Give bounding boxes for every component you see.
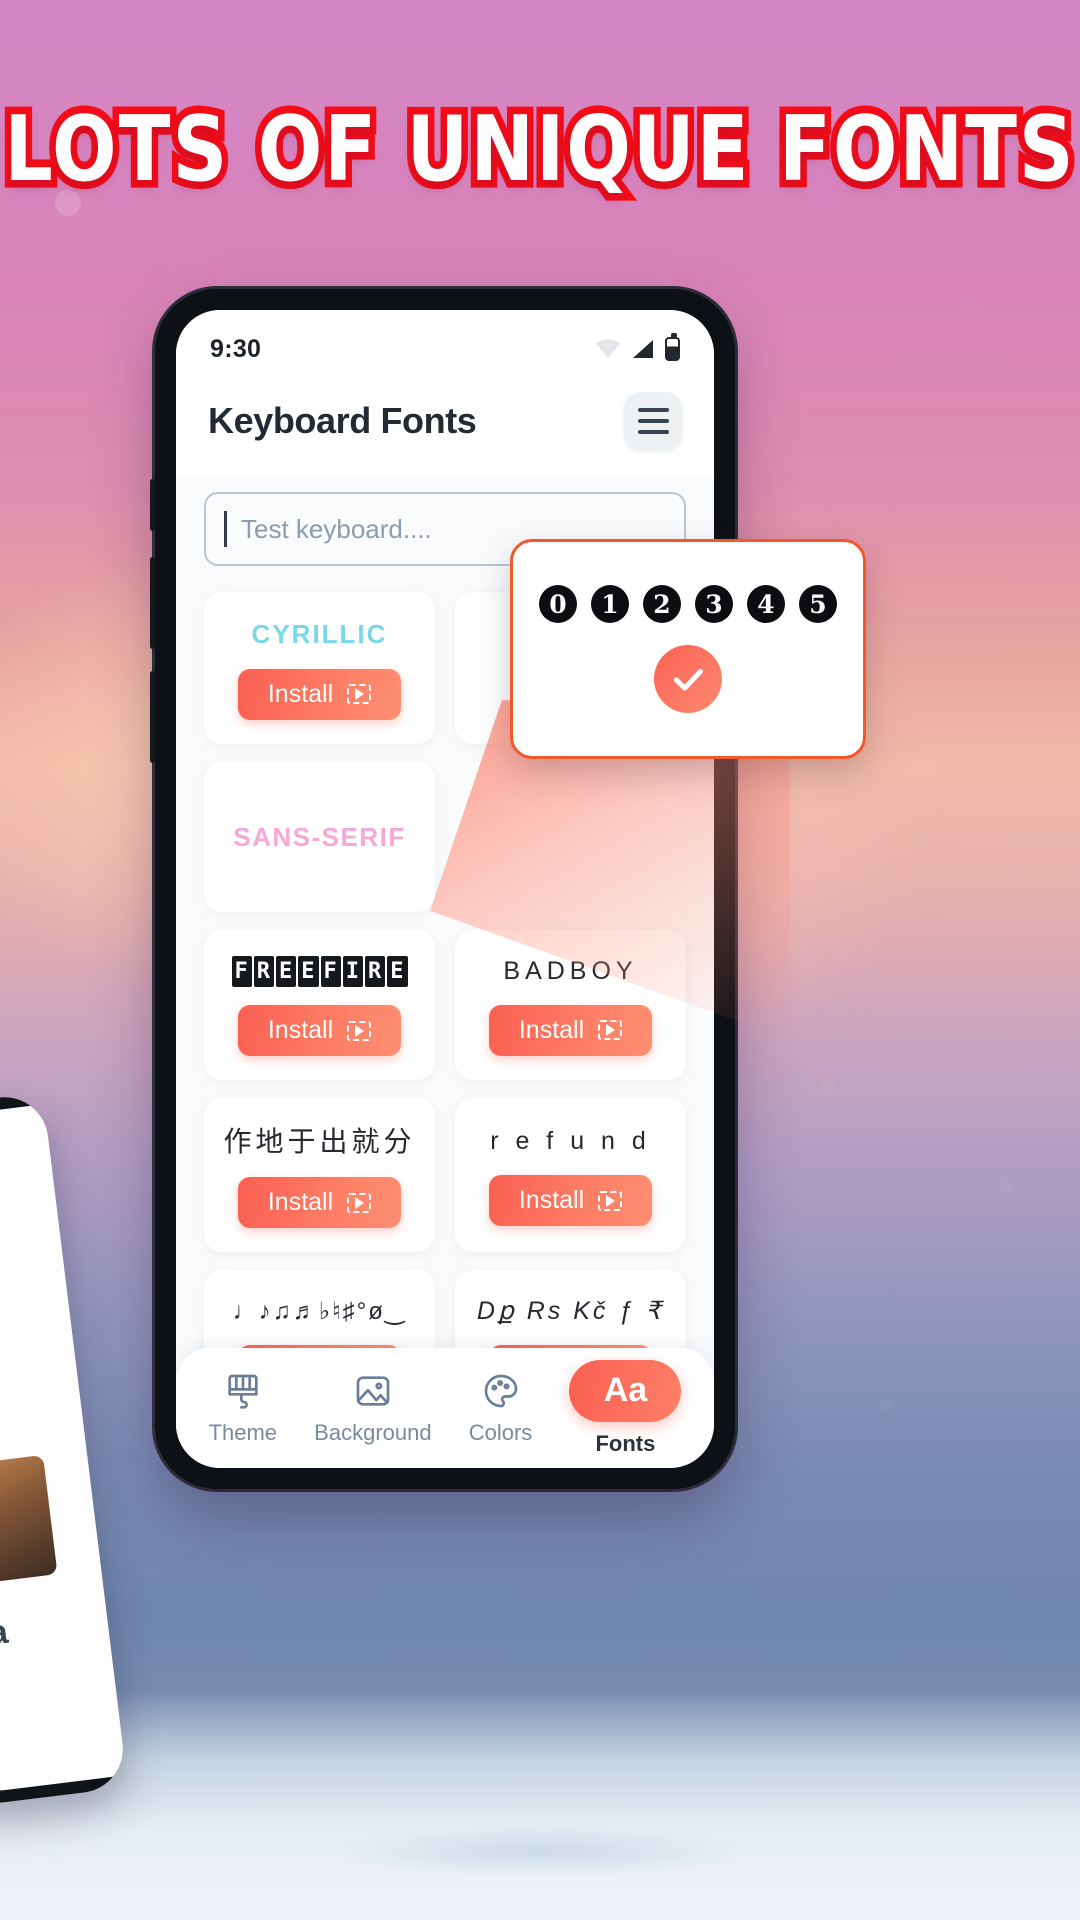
video-ad-icon — [347, 684, 372, 704]
install-button[interactable]: Install — [488, 1004, 653, 1056]
number-glyph: 0 — [539, 585, 577, 623]
battery-icon — [665, 333, 680, 361]
phone-volume-button — [150, 671, 155, 763]
font-card[interactable]: CYRILLIC Install — [204, 592, 435, 744]
promo-headline: LOTS OF UNIQUE FONTS — [0, 88, 1080, 208]
font-card[interactable]: FREEFIRE Install — [204, 929, 435, 1080]
status-bar-clock: 9:30 — [210, 334, 262, 363]
font-sample: SANS-SERIF — [233, 822, 406, 853]
aa-text-icon: Aa — [569, 1359, 682, 1422]
font-sample: r e f u n d — [490, 1126, 651, 1155]
check-circle-icon — [654, 645, 722, 713]
wifi-icon — [596, 339, 620, 358]
font-sample: ♩♪♫♬♭♮♯°ø‿ — [232, 1297, 407, 1325]
secondary-phone-text-3: Da — [0, 1612, 10, 1656]
number-glyph-row: 0 1 2 3 4 5 — [539, 585, 837, 623]
number-glyph: 5 — [799, 585, 837, 623]
status-bar-icons — [595, 333, 680, 361]
font-sample: BADBOY — [503, 956, 638, 985]
number-glyph: 1 — [591, 585, 629, 623]
install-button[interactable]: Install — [488, 1175, 653, 1227]
snow-ground — [0, 1690, 1080, 1920]
video-ad-icon — [347, 1020, 372, 1041]
number-glyph: 2 — [643, 585, 681, 623]
install-label: Install — [518, 1015, 585, 1044]
nav-item-theme[interactable]: Theme — [209, 1371, 277, 1446]
font-card[interactable]: r e f u n d Install — [455, 1098, 686, 1252]
signal-icon — [633, 340, 653, 358]
paint-brush-icon — [228, 1374, 258, 1409]
hamburger-menu-icon[interactable] — [624, 392, 682, 450]
bokeh-dot — [880, 1400, 892, 1412]
number-glyph: 4 — [747, 585, 785, 623]
video-ad-icon — [347, 1192, 372, 1213]
font-card[interactable]: BADBOY Install — [455, 929, 686, 1080]
nav-label: Background — [314, 1419, 432, 1445]
bokeh-dot — [1000, 1180, 1014, 1194]
promo-headline-container: LOTS OF UNIQUE FONTS — [0, 88, 1080, 208]
install-label: Install — [267, 679, 334, 708]
bokeh-dot — [820, 1080, 836, 1096]
search-placeholder: Test keyboard.... — [241, 513, 432, 544]
bokeh-dot — [790, 500, 830, 540]
nav-label: Theme — [208, 1419, 278, 1445]
font-sample: CYRILLIC — [251, 619, 388, 649]
font-sample: 作地于出就分 — [223, 1126, 416, 1157]
font-card[interactable]: SANS-SERIF — [204, 761, 435, 912]
feature-popup: 0 1 2 3 4 5 — [510, 539, 866, 759]
install-button[interactable]: Install — [237, 1177, 402, 1228]
fonts-pill-label: Aa — [603, 1371, 648, 1409]
status-bar: 9:30 — [176, 310, 714, 374]
font-card[interactable]: 作地于出就分 Install — [204, 1098, 435, 1252]
nav-label: Fonts — [595, 1430, 656, 1456]
bokeh-dot — [40, 620, 58, 638]
nav-item-fonts[interactable]: Aa Fonts — [569, 1359, 682, 1457]
nav-item-colors[interactable]: Colors — [468, 1371, 533, 1446]
install-button[interactable]: Install — [237, 1005, 402, 1056]
install-button[interactable]: Install — [237, 668, 402, 720]
palette-icon — [484, 1374, 517, 1407]
install-label: Install — [267, 1188, 334, 1216]
video-ad-icon — [598, 1020, 623, 1041]
bokeh-dot — [910, 760, 938, 788]
font-sample: Dք Rs Kč ƒ ₹ — [476, 1297, 665, 1325]
video-ad-icon — [598, 1190, 623, 1211]
install-label: Install — [518, 1186, 585, 1215]
number-glyph: 3 — [695, 585, 733, 623]
text-caret — [224, 511, 227, 547]
bokeh-dot — [960, 300, 982, 322]
phone-screen: 9:30 Keyboard Fonts Test keyboard.... CY… — [176, 310, 714, 1468]
app-bar: Keyboard Fonts — [176, 374, 714, 476]
font-sample: FREEFIRE — [231, 955, 409, 987]
image-icon — [356, 1375, 390, 1406]
bottom-navigation-bar: Theme Background Colors Aa Fonts — [176, 1348, 714, 1468]
bokeh-dot — [165, 240, 211, 286]
secondary-phone-thumbnail — [0, 1454, 58, 1588]
nav-label: Colors — [468, 1419, 533, 1445]
install-label: Install — [267, 1016, 334, 1044]
page-title: Keyboard Fonts — [208, 400, 477, 441]
nav-item-background[interactable]: Background — [314, 1371, 432, 1446]
phone-mockup: 9:30 Keyboard Fonts Test keyboard.... CY… — [150, 289, 735, 1489]
